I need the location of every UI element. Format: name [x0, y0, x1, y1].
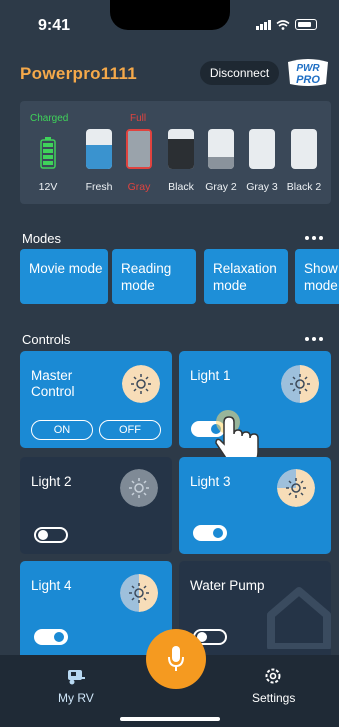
fresh-tank [86, 129, 112, 169]
app-header: Powerpro1111 Disconnect PWR PRO [0, 58, 339, 90]
tank-label-black-2: Black 2 [286, 181, 322, 193]
modes-more-icon[interactable] [305, 236, 327, 242]
nav-settings-label[interactable]: Settings [252, 691, 295, 705]
light-4-toggle[interactable] [34, 629, 68, 645]
master-off-button[interactable]: OFF [99, 420, 161, 440]
master-control-title: Master Control [31, 368, 75, 399]
light-3-card[interactable]: Light 3 [179, 457, 331, 554]
tank-label-fresh: Fresh [85, 181, 113, 193]
tank-label-gray-3: Gray 3 [246, 181, 278, 193]
app-screen: 9:41 Powerpro1111 Disconnect PWR PRO Cha… [0, 0, 339, 727]
light-2-toggle[interactable] [34, 527, 68, 543]
logo-text-bottom: PRO [296, 74, 320, 86]
battery-status-icon [295, 19, 317, 30]
status-bar: 9:41 [0, 0, 339, 44]
gray-2-tank [208, 129, 234, 169]
light-3-toggle[interactable] [193, 525, 227, 541]
light-bulb-icon [120, 574, 158, 612]
tank-label-12v: 12V [38, 181, 58, 193]
black-tank [168, 129, 194, 169]
home-watermark-icon [267, 587, 331, 649]
status-icons [256, 19, 317, 30]
light-2-title: Light 2 [31, 474, 72, 489]
pwr-pro-logo: PWR PRO [288, 59, 328, 86]
nav-my-rv-label[interactable]: My RV [58, 691, 94, 705]
microphone-icon [168, 646, 184, 671]
light-4-title: Light 4 [31, 578, 72, 593]
modes-heading: Modes [22, 231, 62, 246]
rv-icon[interactable] [66, 668, 86, 686]
disconnect-button[interactable]: Disconnect [200, 61, 279, 85]
black-2-tank [291, 129, 317, 169]
light-2-card[interactable]: Light 2 [20, 457, 172, 554]
light-bulb-icon [277, 469, 315, 507]
tank-label-gray-2: Gray 2 [205, 181, 237, 193]
controls-heading: Controls [22, 332, 71, 347]
controls-more-icon[interactable] [305, 337, 327, 343]
mode-reading-button[interactable]: Reading mode [112, 249, 196, 304]
light-3-title: Light 3 [190, 474, 231, 489]
light-bulb-icon [281, 365, 319, 403]
water-pump-title: Water Pump [190, 578, 265, 593]
mode-movie-button[interactable]: Movie mode [20, 249, 108, 304]
tank-label-gray: Gray [127, 181, 151, 193]
battery-icon [40, 137, 56, 169]
status-time: 9:41 [38, 17, 71, 34]
gray-tank-status-label: Full [130, 113, 147, 124]
wifi-icon [276, 19, 290, 30]
gray-3-tank [249, 129, 275, 169]
light-bulb-icon [120, 469, 158, 507]
device-name: Powerpro1111 [20, 64, 138, 83]
voice-assistant-button[interactable] [146, 629, 206, 689]
tank-label-black: Black [168, 181, 194, 193]
battery-status-label: Charged [30, 113, 69, 124]
master-on-button[interactable]: ON [31, 420, 93, 440]
gear-icon[interactable] [264, 667, 282, 685]
tank-levels-panel[interactable]: Charged Full 12V Fresh Gray Black Gray 2… [20, 101, 331, 204]
mode-show-button[interactable]: Show mode [295, 249, 339, 304]
light-bulb-icon [122, 365, 160, 403]
logo-text-top: PWR [296, 63, 320, 74]
mode-relaxation-button[interactable]: Relaxation mode [204, 249, 288, 304]
cellular-signal-icon [256, 19, 271, 30]
device-notch [110, 0, 230, 30]
home-indicator [120, 717, 220, 721]
gray-tank [126, 129, 152, 169]
light-1-title: Light 1 [190, 368, 231, 383]
